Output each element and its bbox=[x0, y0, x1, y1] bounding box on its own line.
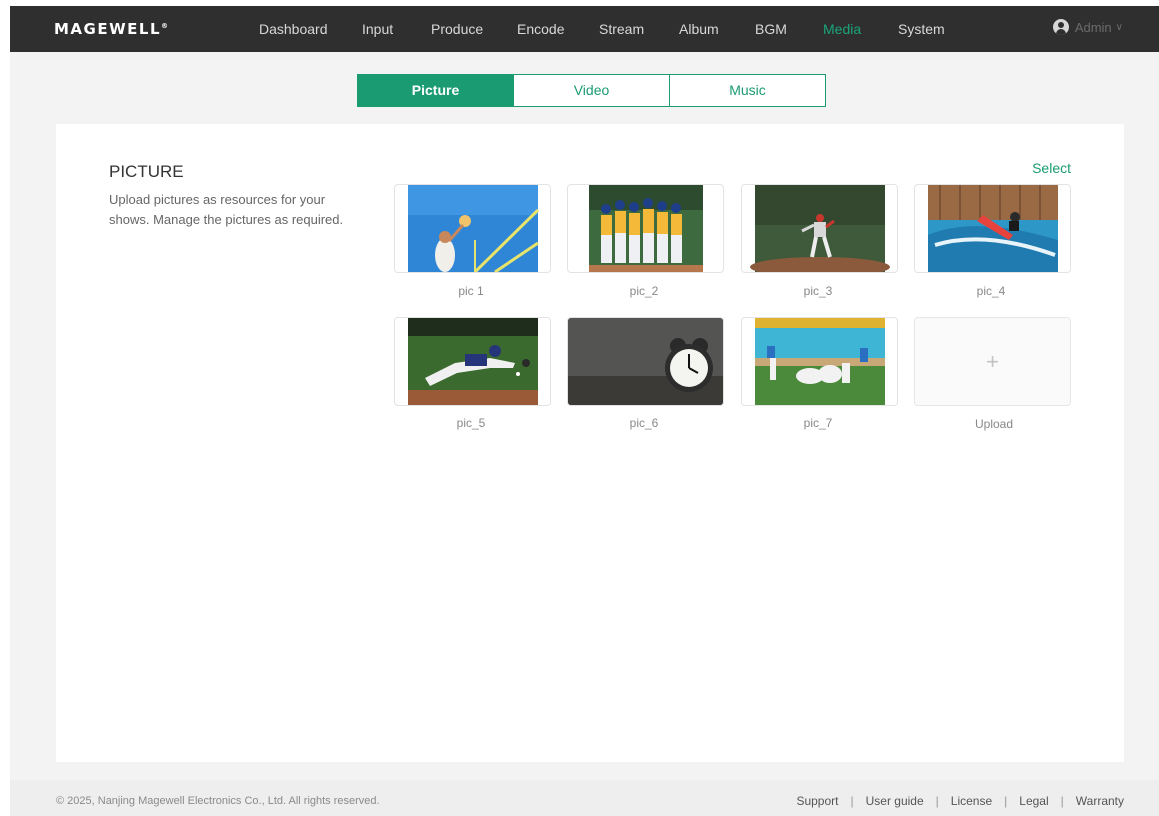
footer-link-warranty[interactable]: Warranty bbox=[1076, 794, 1124, 808]
footer-link-legal[interactable]: Legal bbox=[1019, 794, 1048, 808]
footer-link-user-guide[interactable]: User guide bbox=[866, 794, 924, 808]
volleyball-image bbox=[408, 185, 540, 272]
picture-thumbnail-3[interactable] bbox=[741, 184, 898, 273]
team-celebration-image bbox=[755, 318, 885, 405]
nav-bgm[interactable]: BGM bbox=[755, 21, 787, 37]
user-avatar-icon bbox=[1052, 19, 1069, 35]
tab-video[interactable]: Video bbox=[513, 75, 669, 106]
user-menu[interactable]: Admin ∨ bbox=[1052, 19, 1123, 35]
picture-thumbnail-7[interactable] bbox=[741, 317, 898, 406]
tab-picture[interactable]: Picture bbox=[358, 75, 513, 106]
nav-media[interactable]: Media bbox=[823, 21, 861, 37]
picture-thumbnail-5[interactable] bbox=[394, 317, 551, 406]
footer-links: Support | User guide | License | Legal |… bbox=[796, 794, 1124, 808]
select-button[interactable]: Select bbox=[1032, 160, 1071, 176]
diving-catch-image bbox=[408, 318, 538, 405]
user-name: Admin bbox=[1074, 19, 1112, 35]
tab-music[interactable]: Music bbox=[669, 75, 825, 106]
magewell-logo[interactable]: MAGEWELL® bbox=[54, 20, 168, 38]
footer-separator: | bbox=[850, 794, 854, 808]
picture-thumbnail-1[interactable] bbox=[394, 184, 551, 273]
picture-thumbnail-6[interactable] bbox=[567, 317, 724, 406]
pitcher-image bbox=[750, 185, 890, 272]
alarm-clock-image bbox=[568, 318, 723, 405]
nav-album[interactable]: Album bbox=[679, 21, 719, 37]
footer-separator: | bbox=[935, 794, 939, 808]
upload-label: Upload bbox=[974, 417, 1014, 431]
picture-thumbnail-4[interactable] bbox=[914, 184, 1071, 273]
footer-link-support[interactable]: Support bbox=[796, 794, 838, 808]
footer: © 2025, Nanjing Magewell Electronics Co.… bbox=[10, 780, 1159, 816]
section-description: Upload pictures as resources for your sh… bbox=[109, 192, 344, 227]
picture-label: pic_4 bbox=[976, 284, 1006, 298]
picture-label: pic_6 bbox=[629, 416, 659, 430]
footer-link-license[interactable]: License bbox=[951, 794, 992, 808]
nav-encode[interactable]: Encode bbox=[517, 21, 564, 37]
picture-label: pic_2 bbox=[629, 284, 659, 298]
nav-dashboard[interactable]: Dashboard bbox=[259, 21, 328, 37]
top-navigation-bar: MAGEWELL® Dashboard Input Produce Encode… bbox=[10, 6, 1159, 52]
picture-label: pic_7 bbox=[803, 416, 833, 430]
surfer-image bbox=[928, 185, 1058, 272]
footer-separator: | bbox=[1004, 794, 1008, 808]
footer-separator: | bbox=[1060, 794, 1064, 808]
upload-button[interactable]: + bbox=[914, 317, 1071, 406]
nav-produce[interactable]: Produce bbox=[431, 21, 483, 37]
picture-panel: PICTURE Upload pictures as resources for… bbox=[56, 124, 1124, 762]
picture-label: pic 1 bbox=[458, 284, 484, 298]
nav-stream[interactable]: Stream bbox=[599, 21, 644, 37]
baseball-team-image bbox=[589, 185, 703, 272]
nav-input[interactable]: Input bbox=[362, 21, 393, 37]
copyright-text: © 2025, Nanjing Magewell Electronics Co.… bbox=[56, 795, 380, 807]
section-title: PICTURE bbox=[109, 162, 184, 181]
picture-label: pic_5 bbox=[456, 416, 486, 430]
chevron-down-icon: ∨ bbox=[1115, 21, 1123, 33]
picture-thumbnail-2[interactable] bbox=[567, 184, 724, 273]
picture-label: pic_3 bbox=[803, 284, 833, 298]
media-type-tabs: Picture Video Music bbox=[357, 74, 826, 107]
plus-icon: + bbox=[986, 348, 999, 374]
nav-system[interactable]: System bbox=[898, 21, 945, 37]
